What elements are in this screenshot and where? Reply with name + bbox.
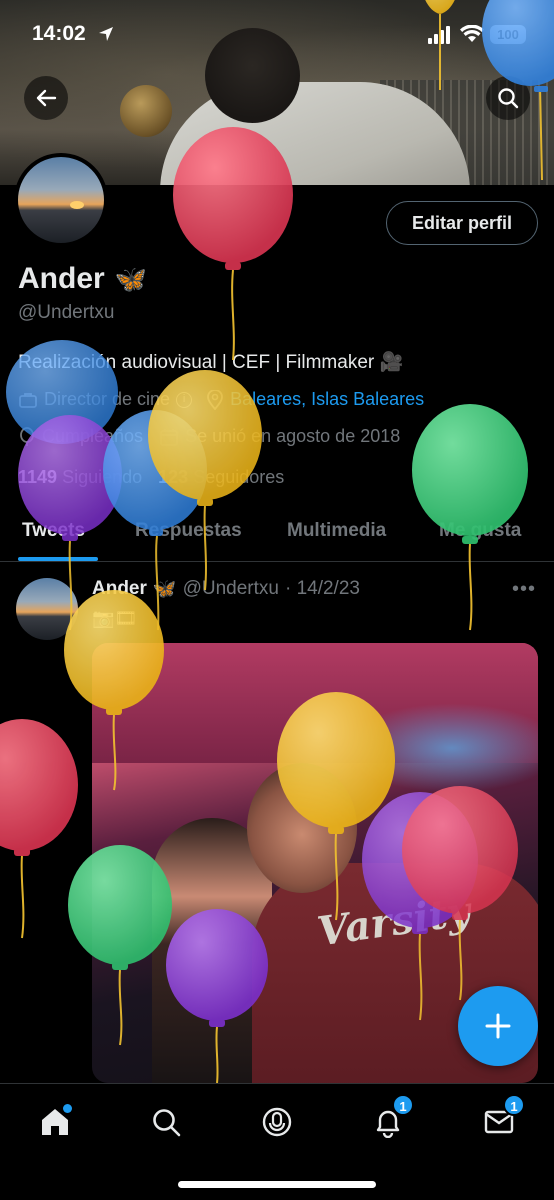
messages-badge: 1 [503,1094,525,1116]
tab-tweets[interactable]: Tweets [22,520,85,542]
profile-avatar[interactable] [14,153,108,247]
compose-tweet-button[interactable] [458,986,538,1066]
photo-light [342,703,538,793]
tweet-author-name[interactable]: Ander [92,578,147,600]
plus-icon [485,1013,511,1039]
battery-indicator: 100 [490,25,526,44]
profile-meta-row-2: Cumpleaños Se unió en agosto de 2018 [18,426,400,447]
tab-media[interactable]: Multimedia [287,520,386,542]
profile-meta-row-1: Director de cine i Baleares, Islas Balea… [18,389,424,410]
tweet-text: 📷🎞 [92,608,138,628]
search-icon [498,88,519,109]
profile-bio: Realización audiovisual | CEF | Filmmake… [18,352,404,373]
notifications-badge: 1 [392,1094,414,1116]
info-icon: i [176,391,193,408]
profile-tabs: Tweets Respuestas Multimedia Me gusta [0,506,554,562]
search-button[interactable] [486,76,530,120]
followers-label: Seguidores [193,467,285,487]
balloon-red-2 [0,719,78,939]
location-pin-icon [207,389,223,410]
tweet-more-button[interactable]: ••• [512,578,536,601]
profile-name-row: Ander 🦋 [18,262,147,296]
status-time: 14:02 [32,22,86,45]
following-link[interactable]: 1149 Siguiendo [18,467,142,488]
tweet-author-emoji: 🦋 [152,579,177,600]
cellular-signal-icon [428,26,452,49]
location-arrow-icon [97,25,115,48]
briefcase-icon [19,392,37,408]
banner-globe [120,85,172,137]
tab-notifications[interactable]: 1 [366,1094,414,1144]
wifi-icon [460,24,484,48]
balloon-icon [20,426,34,446]
home-indicator [178,1181,376,1188]
profile-name: Ander [18,262,105,295]
back-button[interactable] [24,76,68,120]
edit-profile-button[interactable]: Editar perfil [386,201,538,245]
tab-messages[interactable]: 1 [477,1094,525,1144]
following-count: 1149 [18,467,58,487]
calendar-icon [160,428,178,446]
tab-explore[interactable] [144,1100,188,1144]
tab-home[interactable] [33,1100,77,1144]
tab-replies[interactable]: Respuestas [135,520,242,542]
active-tab-indicator [18,557,98,561]
tweet-date: · 14/2/23 [284,578,360,599]
profile-birthday: Cumpleaños [42,426,144,446]
profile-job: Director de cine [44,389,171,409]
profile-handle: @Undertxu [18,302,115,323]
tweet-author-handle: @Undertxu [182,578,279,599]
followers-count: 123 [158,467,189,487]
status-bar: 14:02 100 [0,0,554,70]
photo-person-head [247,763,357,893]
tweet-header: Ander 🦋 @Undertxu · 14/2/23 [92,577,360,601]
follow-stats: 1149 Siguiendo 123 Seguidores [18,467,284,488]
home-new-dot [63,1104,72,1113]
followers-link[interactable]: 123 Seguidores [158,467,284,488]
tab-spaces[interactable] [255,1100,299,1144]
profile-location[interactable]: Baleares, Islas Baleares [230,389,424,410]
back-arrow-icon [36,89,57,107]
butterfly-emoji: 🦋 [114,263,148,294]
tab-likes[interactable]: Me gusta [439,520,521,542]
explore-icon [153,1109,181,1137]
tweet-avatar[interactable] [16,578,78,640]
following-label: Siguiendo [62,467,143,487]
profile-joined: Se unió en agosto de 2018 [185,426,401,446]
avatar-sun [70,201,84,209]
spaces-icon [262,1107,292,1137]
